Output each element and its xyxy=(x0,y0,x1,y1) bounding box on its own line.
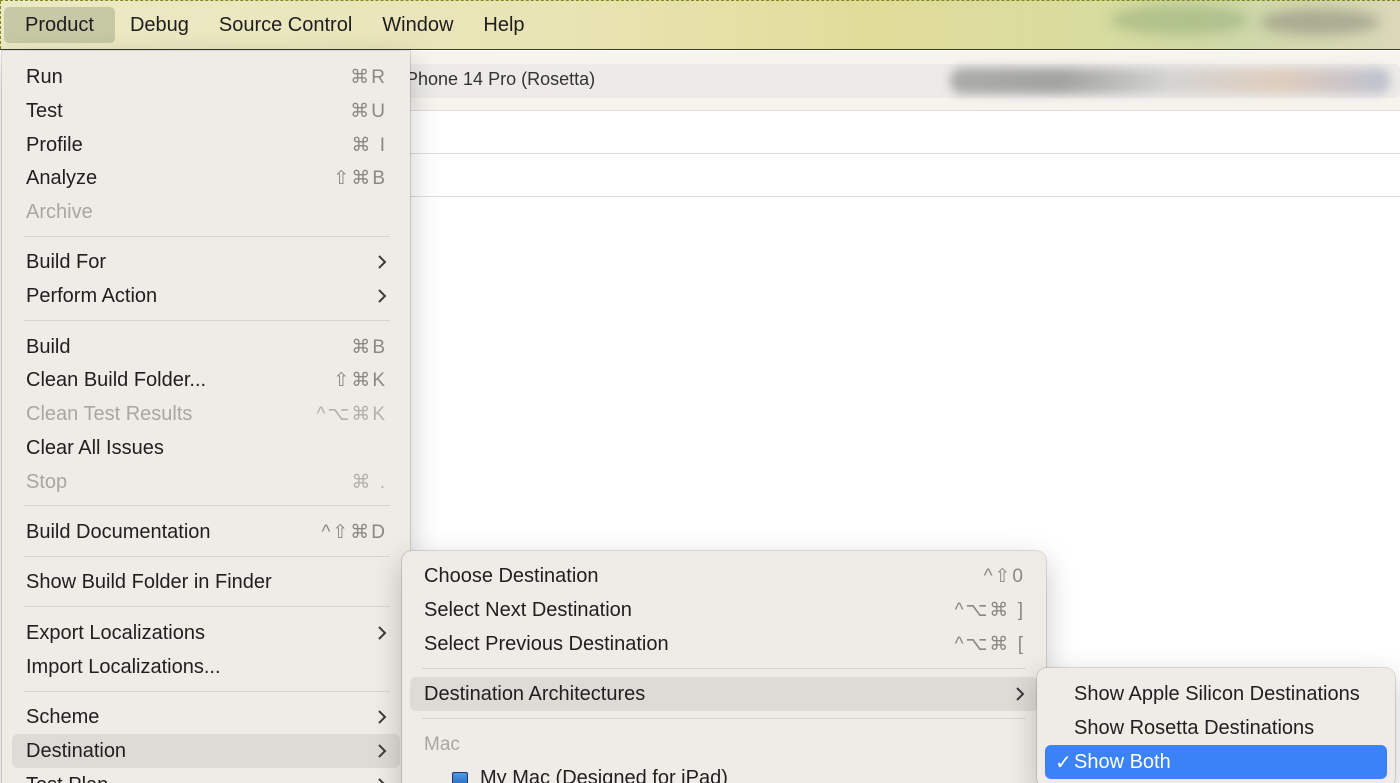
shortcut: ⌘R xyxy=(350,66,387,88)
menu-separator xyxy=(24,236,390,237)
mac-device-icon xyxy=(452,771,468,783)
divider xyxy=(410,153,1400,154)
menu-item-archive[interactable]: Archive xyxy=(12,195,400,229)
shortcut: ⌘ . xyxy=(351,471,387,493)
shortcut: ^⌥⌘ [ xyxy=(954,633,1025,655)
shortcut: ^⌥⌘ ] xyxy=(954,599,1025,621)
menu-item-label: Stop xyxy=(26,470,68,493)
menu-item-test-plan[interactable]: Test Plan xyxy=(12,768,400,783)
menu-source-control[interactable]: Source Control xyxy=(204,7,367,43)
divider xyxy=(410,196,1400,197)
menu-item-label: Build Documentation xyxy=(26,520,211,543)
menu-item-show-build-folder[interactable]: Show Build Folder in Finder xyxy=(12,565,400,599)
menu-window[interactable]: Window xyxy=(367,7,468,43)
menu-item-choose-destination[interactable]: Choose Destination ^⇧0 xyxy=(410,559,1038,593)
menu-item-perform-action[interactable]: Perform Action xyxy=(12,279,400,313)
section-header-mac: Mac xyxy=(424,734,460,755)
menu-item-run[interactable]: Run ⌘R xyxy=(12,60,400,94)
menu-item-my-mac[interactable]: My Mac (Designed for iPad) xyxy=(438,761,1038,783)
chevron-right-icon xyxy=(377,777,387,783)
menu-separator xyxy=(24,556,390,557)
menu-item-build-documentation[interactable]: Build Documentation ^⇧⌘D xyxy=(12,515,400,549)
menu-separator xyxy=(422,718,1026,719)
menu-item-label: Clear All Issues xyxy=(26,436,164,459)
menu-item-label: Build xyxy=(26,335,71,358)
menu-item-label: Clean Test Results xyxy=(26,402,193,425)
shortcut: ^⇧0 xyxy=(983,565,1025,587)
menu-item-label: Build For xyxy=(26,250,107,273)
menu-separator xyxy=(24,320,390,321)
menu-separator xyxy=(24,691,390,692)
chevron-right-icon xyxy=(377,743,387,759)
menu-item-label: Analyze xyxy=(26,166,98,189)
menu-item-import-localizations[interactable]: Import Localizations... xyxy=(12,650,400,684)
menu-item-label: Destination xyxy=(26,739,127,762)
menu-item-label: Show Both xyxy=(1074,750,1171,773)
menu-separator xyxy=(24,505,390,506)
menu-item-label: Run xyxy=(26,65,63,88)
menu-item-label: Choose Destination xyxy=(424,564,599,587)
menu-item-label: Destination Architectures xyxy=(424,682,646,705)
menu-item-label: Clean Build Folder... xyxy=(26,368,207,391)
menu-item-profile[interactable]: Profile ⌘ I xyxy=(12,128,400,162)
menu-item-build[interactable]: Build ⌘B xyxy=(12,330,400,364)
menu-separator xyxy=(422,668,1026,669)
redacted-area xyxy=(950,68,1390,94)
architectures-submenu: Show Apple Silicon Destinations Show Ros… xyxy=(1037,668,1395,783)
menu-item-clean-test-results[interactable]: Clean Test Results ^⌥⌘K xyxy=(12,397,400,431)
menu-item-scheme[interactable]: Scheme xyxy=(12,700,400,734)
menu-item-destination-architectures[interactable]: Destination Architectures xyxy=(410,677,1038,711)
menu-item-label: Test xyxy=(26,99,63,122)
shortcut: ^⇧⌘D xyxy=(321,521,387,543)
menu-item-show-both[interactable]: ✓ Show Both xyxy=(1045,745,1387,779)
chevron-right-icon xyxy=(377,709,387,725)
destination-submenu: Choose Destination ^⇧0 Select Next Desti… xyxy=(402,551,1046,783)
shortcut: ^⌥⌘K xyxy=(316,403,387,425)
menu-item-label: Test Plan xyxy=(26,774,108,783)
menu-item-label: Show Build Folder in Finder xyxy=(26,570,272,593)
shortcut: ⌘B xyxy=(351,336,387,358)
shortcut: ⌘U xyxy=(350,100,387,122)
menu-item-label: Perform Action xyxy=(26,284,158,307)
checkmark-icon: ✓ xyxy=(1055,751,1072,774)
menu-item-label: Profile xyxy=(26,133,83,156)
menu-item-test[interactable]: Test ⌘U xyxy=(12,94,400,128)
chevron-right-icon xyxy=(377,625,387,641)
chevron-right-icon xyxy=(377,288,387,304)
menu-item-select-previous-destination[interactable]: Select Previous Destination ^⌥⌘ [ xyxy=(410,627,1038,661)
chevron-right-icon xyxy=(377,254,387,270)
menu-debug[interactable]: Debug xyxy=(115,7,204,43)
menu-item-clean-build-folder[interactable]: Clean Build Folder... ⇧⌘K xyxy=(12,363,400,397)
menu-item-show-apple-silicon[interactable]: Show Apple Silicon Destinations xyxy=(1045,677,1387,711)
menu-item-label: Import Localizations... xyxy=(26,655,221,678)
chevron-right-icon xyxy=(1015,686,1025,702)
menu-item-build-for[interactable]: Build For xyxy=(12,245,400,279)
wallpaper-blur xyxy=(1110,5,1250,35)
menu-item-label: Archive xyxy=(26,200,93,223)
menu-item-label: My Mac (Designed for iPad) xyxy=(480,766,728,783)
menu-item-label: Show Rosetta Destinations xyxy=(1074,716,1315,739)
menu-item-stop[interactable]: Stop ⌘ . xyxy=(12,465,400,499)
menu-item-analyze[interactable]: Analyze ⇧⌘B xyxy=(12,161,400,195)
menu-item-clear-all-issues[interactable]: Clear All Issues xyxy=(12,431,400,465)
product-menu: Run ⌘R Test ⌘U Profile ⌘ I Analyze ⇧⌘B A… xyxy=(2,51,410,783)
shortcut: ⇧⌘K xyxy=(333,369,387,391)
menu-item-export-localizations[interactable]: Export Localizations xyxy=(12,616,400,650)
shortcut: ⌘ I xyxy=(351,134,387,156)
wallpaper-blur-2 xyxy=(1260,9,1380,35)
menu-help[interactable]: Help xyxy=(468,7,539,43)
menu-item-label: Export Localizations xyxy=(26,621,205,644)
menu-item-label: Show Apple Silicon Destinations xyxy=(1074,682,1360,705)
menu-item-label: Select Next Destination xyxy=(424,598,632,621)
menu-item-show-rosetta[interactable]: Show Rosetta Destinations xyxy=(1045,711,1387,745)
menu-item-select-next-destination[interactable]: Select Next Destination ^⌥⌘ ] xyxy=(410,593,1038,627)
menu-product[interactable]: Product xyxy=(4,7,115,43)
shortcut: ⇧⌘B xyxy=(333,167,387,189)
menu-bar: Product Debug Source Control Window Help xyxy=(0,0,1400,50)
scheme-destination-label: Phone 14 Pro (Rosetta) xyxy=(406,69,596,89)
menu-item-label: Select Previous Destination xyxy=(424,632,669,655)
menu-separator xyxy=(24,606,390,607)
menu-item-label: Scheme xyxy=(26,705,100,728)
menu-item-destination[interactable]: Destination xyxy=(12,734,400,768)
